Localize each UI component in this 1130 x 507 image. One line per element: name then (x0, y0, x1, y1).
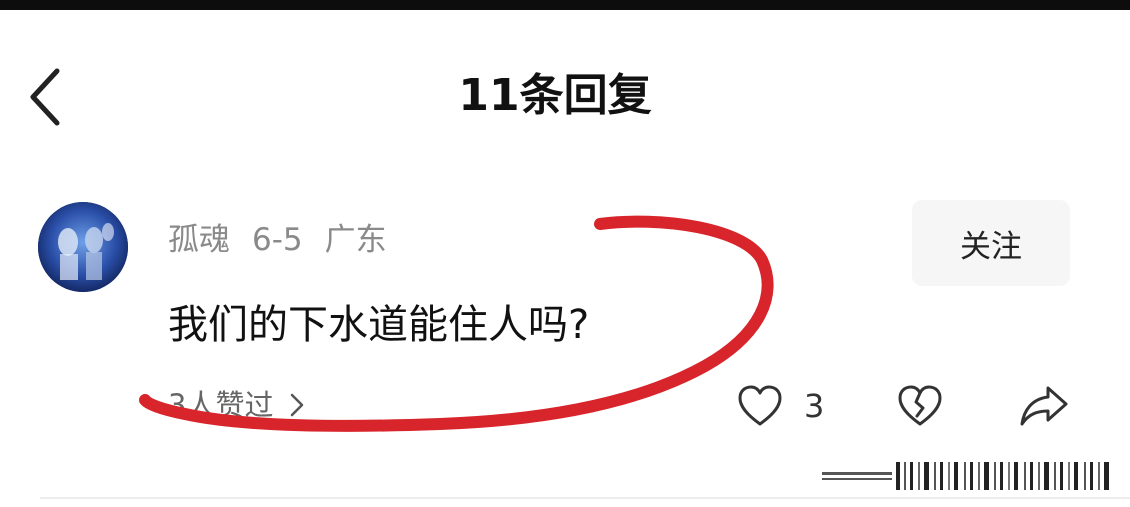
share-icon (1020, 386, 1068, 426)
likes-summary-label: 3人赞过 (168, 388, 274, 422)
username[interactable]: 孤魂 (168, 222, 230, 258)
like-count: 3 (804, 387, 825, 425)
follow-button[interactable]: 关注 (912, 200, 1070, 286)
device-top-frame (0, 0, 1130, 10)
comment-text: 我们的下水道能住人吗? (168, 302, 590, 348)
comment-date: 6-5 (252, 222, 303, 258)
comment-location: 广东 (324, 222, 387, 258)
avatar-image (38, 202, 128, 292)
divider (40, 497, 1130, 499)
share-button[interactable] (1018, 380, 1070, 432)
broken-heart-icon (898, 385, 942, 426)
dislike-button[interactable] (896, 382, 944, 430)
heart-icon (738, 385, 782, 426)
avatar[interactable] (38, 202, 128, 292)
like-button[interactable] (736, 382, 784, 430)
comment-meta: 孤魂 6-5 广东 (168, 218, 409, 262)
chevron-right-icon (291, 393, 304, 417)
barcode-watermark (822, 462, 1109, 490)
page-title: 11条回复 (458, 70, 652, 121)
likes-summary-link[interactable]: 3人赞过 (168, 384, 305, 426)
